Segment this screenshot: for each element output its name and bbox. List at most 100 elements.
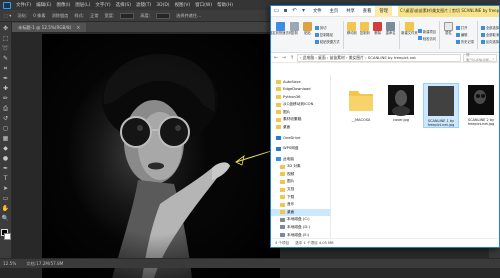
file-item[interactable]: SCANLINE 2 by freepict.net.jpg — [463, 83, 499, 126]
cut-button[interactable]: 剪切 — [314, 25, 340, 30]
pen-tool-icon[interactable]: ✒ — [2, 165, 10, 173]
brush-tool-icon[interactable]: ✏ — [2, 95, 10, 103]
address-bar[interactable]: › 此电脑 › 桌面 › 苗苗素材 › 美女图片 › SCANLINE by f… — [297, 53, 461, 62]
nav-item[interactable]: 文档 — [271, 186, 330, 194]
properties-button[interactable]: 属性 — [443, 20, 454, 50]
zoom-readout[interactable]: 12.5% — [3, 261, 16, 266]
menu-filter[interactable]: 滤镜(T) — [136, 2, 151, 8]
nav-item[interactable]: 本地磁盘 (E:) — [271, 231, 330, 238]
eyedropper-tool-icon[interactable]: ✒ — [2, 75, 10, 83]
tab-view[interactable]: 查看 — [359, 6, 376, 17]
nav-item[interactable]: 本地磁盘 (D:) — [271, 224, 330, 232]
back-arrow-icon[interactable]: ← — [273, 55, 279, 61]
menu-view[interactable]: 视图(V) — [175, 2, 191, 8]
delete-button[interactable]: 删除 — [372, 20, 383, 50]
select-all-button[interactable]: 全部选择 — [480, 25, 499, 30]
lasso-tool-icon[interactable]: ➰ — [2, 45, 10, 53]
undo-icon[interactable]: ↶ — [291, 8, 298, 14]
color-swatches[interactable] — [0, 229, 11, 241]
nav-item[interactable]: 3D 对象 — [271, 163, 330, 171]
nav-item[interactable]: 下载 — [271, 193, 330, 201]
feather-input[interactable]: 0 像素 — [33, 13, 45, 19]
close-icon[interactable]: × — [76, 25, 80, 31]
open-button[interactable]: 打开 — [455, 25, 474, 30]
dropdown-icon[interactable]: ▾ — [300, 8, 307, 14]
up-arrow-icon[interactable]: ↑ — [289, 55, 295, 61]
stamp-tool-icon[interactable]: ⎙ — [2, 105, 10, 113]
dodge-tool-icon[interactable]: ● — [2, 155, 10, 163]
photoshop-logo-icon[interactable] — [3, 1, 11, 9]
menu-type[interactable]: 文字(Y) — [95, 2, 110, 8]
paste-shortcut-button[interactable]: 粘贴快捷方式 — [314, 39, 340, 44]
nav-item[interactable]: AutoSave — [271, 78, 330, 86]
nav-item[interactable]: 素材收集箱 — [271, 116, 330, 124]
nav-item[interactable]: 桌面 — [271, 208, 330, 217]
nav-item[interactable]: 图片 — [271, 178, 330, 186]
height-input[interactable] — [156, 12, 171, 19]
blur-tool-icon[interactable]: ◆ — [2, 145, 10, 153]
select-and-mask-button[interactable]: 选择并遮住... — [176, 13, 201, 19]
paste-button[interactable]: 粘贴 — [302, 20, 313, 50]
type-tool-icon[interactable]: T — [2, 175, 10, 183]
nav-item[interactable]: EdgeDownload — [271, 86, 330, 94]
document-tab[interactable]: 未标题-1 @ 12.5%(RGB/8) × — [12, 23, 87, 32]
menu-layer[interactable]: 图层(L) — [75, 2, 90, 8]
nav-item[interactable]: 音乐 — [271, 201, 330, 209]
pin-quick-access-button[interactable]: 固定到快速访问 — [269, 20, 292, 50]
antialias-checkbox[interactable]: 消除锯齿 — [52, 13, 69, 19]
tab-file[interactable]: 文件 — [309, 6, 326, 17]
rename-button[interactable]: 重命名 — [385, 20, 396, 50]
nav-item[interactable]: OneDrive — [271, 134, 330, 142]
new-folder-button[interactable]: 新建文件夹 — [401, 20, 418, 50]
folder-icon[interactable]: ▭ — [273, 8, 280, 14]
tab-manage[interactable]: 管理 — [375, 5, 392, 17]
copy-button[interactable]: 复制 — [289, 20, 300, 50]
width-input[interactable] — [120, 12, 135, 19]
gradient-tool-icon[interactable]: ▦ — [2, 135, 10, 143]
file-content-area[interactable]: __MACOSX cover.jpg SCANLINE 1 by freepict.… — [331, 75, 499, 238]
new-item-button[interactable]: 新建项目 — [417, 29, 436, 34]
history-button[interactable]: 历史记录 — [455, 39, 474, 44]
zoom-tool-icon[interactable]: 🔍 — [2, 215, 10, 223]
menu-window[interactable]: 窗口(W) — [195, 2, 212, 8]
file-item[interactable]: SCANLINE 1 by freepict.net.jpg — [423, 83, 459, 129]
easy-access-button[interactable]: 轻松访问 — [417, 36, 436, 41]
menu-edit[interactable]: 编辑(E) — [36, 2, 51, 8]
select-none-button[interactable]: 全部取消 — [480, 32, 499, 37]
shape-tool-icon[interactable]: ▭ — [2, 195, 10, 203]
eraser-tool-icon[interactable]: ◻ — [2, 125, 10, 133]
move-to-button[interactable]: 移动到 — [346, 20, 357, 50]
file-item[interactable]: __MACOSX — [343, 83, 379, 122]
crop-tool-icon[interactable]: ⌗ — [2, 65, 10, 73]
move-tool-icon[interactable]: ✥ — [2, 25, 10, 33]
search-input[interactable]: 搜索"SCANLINE..." — [463, 53, 497, 62]
nav-item[interactable]: 本地磁盘 (C:) — [271, 216, 330, 224]
nav-item[interactable]: 图片 — [271, 108, 330, 116]
menu-file[interactable]: 文件(F) — [16, 2, 31, 8]
menu-image[interactable]: 图像(I) — [56, 2, 70, 8]
marquee-tool-icon[interactable]: ⬚ — [2, 35, 10, 43]
path-select-tool-icon[interactable]: ➤ — [2, 185, 10, 193]
invert-selection-button[interactable]: 反向选择 — [480, 39, 499, 44]
menu-select[interactable]: 选择(S) — [116, 2, 131, 8]
menu-help[interactable]: 帮助(H) — [217, 2, 233, 8]
hand-tool-icon[interactable]: ✋ — [2, 205, 10, 213]
history-tool-icon[interactable]: ↺ — [2, 115, 10, 123]
background-color-swatch[interactable] — [3, 233, 11, 240]
nav-item[interactable]: WPS网盘 — [271, 145, 330, 153]
nav-item[interactable]: 桌面 — [271, 124, 330, 132]
tab-share[interactable]: 共享 — [342, 6, 359, 17]
menu-3d[interactable]: 3D(D) — [156, 3, 169, 8]
forward-arrow-icon[interactable]: → — [281, 55, 287, 61]
nav-item[interactable]: 从C盘移动到ICON — [271, 101, 330, 109]
copy-to-button[interactable]: 复制到 — [359, 20, 370, 50]
tab-home[interactable]: 主页 — [326, 6, 343, 17]
marquee-tool-icon[interactable]: ⬚ ▾ — [4, 13, 11, 18]
nav-item[interactable]: Python36 — [271, 93, 330, 101]
edit-button[interactable]: 编辑 — [455, 32, 474, 37]
file-item[interactable]: cover.jpg — [383, 83, 419, 122]
style-select[interactable]: 正常 — [90, 13, 98, 19]
nav-item[interactable]: 此电脑 — [271, 155, 330, 163]
quick-select-tool-icon[interactable]: ✎ — [2, 55, 10, 63]
heal-tool-icon[interactable]: ✚ — [2, 85, 10, 93]
